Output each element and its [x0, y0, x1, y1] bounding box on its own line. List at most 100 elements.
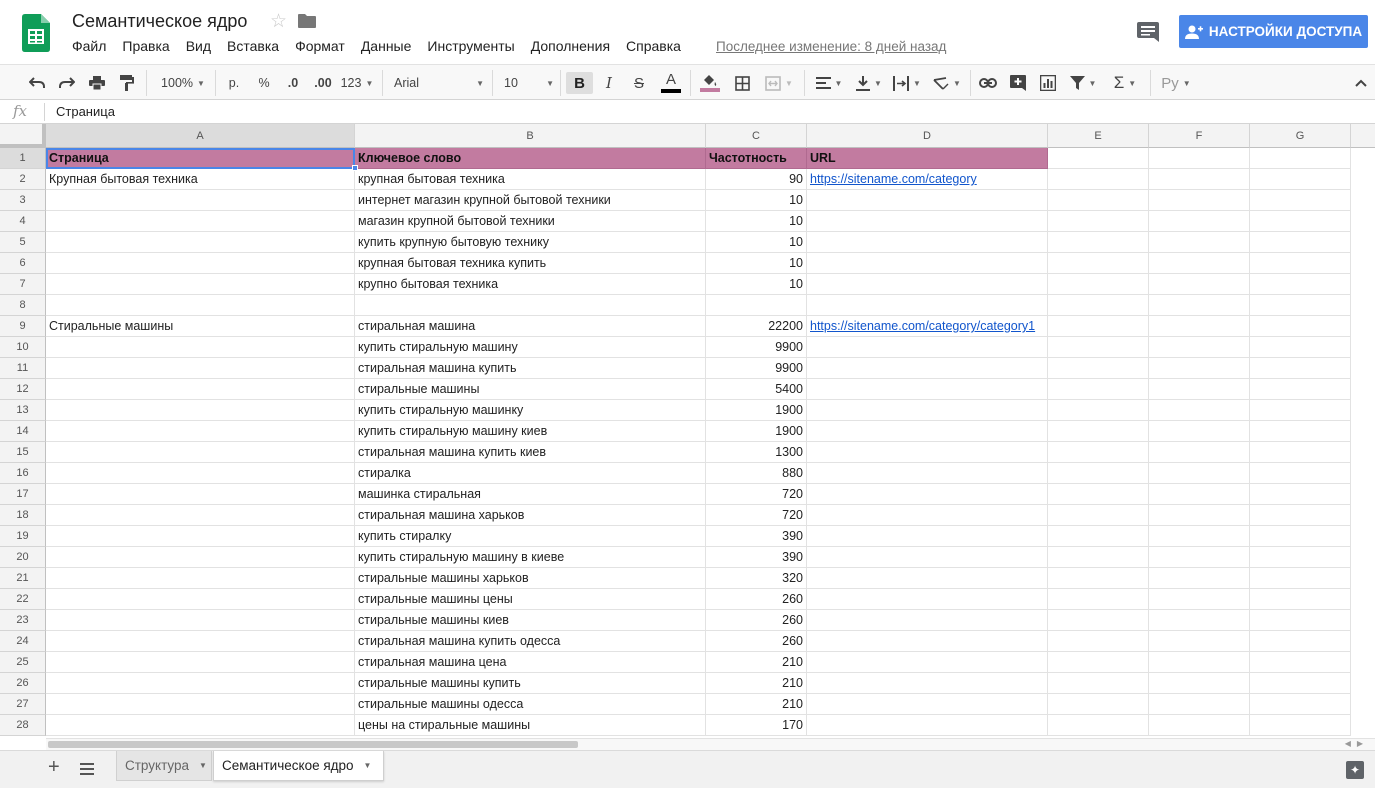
cell-g24[interactable] — [1250, 631, 1351, 652]
cell-a19[interactable] — [46, 526, 355, 547]
cell-d18[interactable] — [807, 505, 1048, 526]
cell-d10[interactable] — [807, 337, 1048, 358]
cell-c17[interactable]: 720 — [706, 484, 807, 505]
cell-g26[interactable] — [1250, 673, 1351, 694]
cell-e15[interactable] — [1048, 442, 1149, 463]
cell-c9[interactable]: 22200 — [706, 316, 807, 337]
selection-handle[interactable] — [352, 165, 358, 171]
cell-g17[interactable] — [1250, 484, 1351, 505]
cell-e14[interactable] — [1048, 421, 1149, 442]
cell-c8[interactable] — [706, 295, 807, 316]
undo-icon[interactable] — [26, 72, 48, 94]
row-header-15[interactable]: 15 — [0, 442, 46, 463]
cell-f17[interactable] — [1149, 484, 1250, 505]
cell-e27[interactable] — [1048, 694, 1149, 715]
cell-b28[interactable]: цены на стиральные машины — [355, 715, 706, 736]
cell-g25[interactable] — [1250, 652, 1351, 673]
redo-icon[interactable] — [56, 72, 78, 94]
star-icon[interactable]: ☆ — [270, 10, 287, 33]
row-header-27[interactable]: 27 — [0, 694, 46, 715]
column-header-b[interactable]: B — [355, 124, 706, 148]
cell-a14[interactable] — [46, 421, 355, 442]
document-title[interactable]: Семантическое ядро — [72, 11, 247, 32]
cell-c24[interactable]: 260 — [706, 631, 807, 652]
cell-a9[interactable]: Стиральные машины — [46, 316, 355, 337]
cell-e23[interactable] — [1048, 610, 1149, 631]
cell-f2[interactable] — [1149, 169, 1250, 190]
cell-a12[interactable] — [46, 379, 355, 400]
cell-f23[interactable] — [1149, 610, 1250, 631]
cell-a15[interactable] — [46, 442, 355, 463]
insert-link-icon[interactable] — [976, 72, 1000, 94]
cell-f11[interactable] — [1149, 358, 1250, 379]
cell-f8[interactable] — [1149, 295, 1250, 316]
paint-format-icon[interactable] — [116, 72, 138, 94]
cell-a7[interactable] — [46, 274, 355, 295]
horizontal-align-icon[interactable]: ▼ — [812, 72, 846, 94]
cell-e12[interactable] — [1048, 379, 1149, 400]
cell-d13[interactable] — [807, 400, 1048, 421]
cell-b23[interactable]: стиральные машины киев — [355, 610, 706, 631]
cell-d1[interactable]: URL — [807, 148, 1048, 169]
cell-e16[interactable] — [1048, 463, 1149, 484]
cell-g8[interactable] — [1250, 295, 1351, 316]
cell-c18[interactable]: 720 — [706, 505, 807, 526]
menu-view[interactable]: Вид — [186, 38, 211, 54]
cell-c26[interactable]: 210 — [706, 673, 807, 694]
cell-d9[interactable]: https://sitename.com/category/category1 — [807, 316, 1048, 337]
row-header-4[interactable]: 4 — [0, 211, 46, 232]
cell-e10[interactable] — [1048, 337, 1149, 358]
cell-d28[interactable] — [807, 715, 1048, 736]
cell-a10[interactable] — [46, 337, 355, 358]
format-currency-button[interactable]: р. — [224, 72, 244, 94]
cell-a5[interactable] — [46, 232, 355, 253]
cell-b19[interactable]: купить стиралку — [355, 526, 706, 547]
cell-f10[interactable] — [1149, 337, 1250, 358]
cell-e20[interactable] — [1048, 547, 1149, 568]
cell-c28[interactable]: 170 — [706, 715, 807, 736]
cell-c16[interactable]: 880 — [706, 463, 807, 484]
cell-f26[interactable] — [1149, 673, 1250, 694]
cell-b5[interactable]: купить крупную бытовую технику — [355, 232, 706, 253]
cell-b17[interactable]: машинка стиральная — [355, 484, 706, 505]
cell-c4[interactable]: 10 — [706, 211, 807, 232]
cell-c2[interactable]: 90 — [706, 169, 807, 190]
cell-a25[interactable] — [46, 652, 355, 673]
filter-icon[interactable]: ▼ — [1066, 72, 1100, 94]
row-header-18[interactable]: 18 — [0, 505, 46, 526]
cell-a1[interactable]: Страница — [46, 148, 355, 169]
all-sheets-icon[interactable] — [80, 763, 94, 775]
format-percent-button[interactable]: % — [254, 72, 274, 94]
cell-d12[interactable] — [807, 379, 1048, 400]
decrease-decimal-button[interactable]: .0 — [282, 72, 304, 94]
menu-help[interactable]: Справка — [626, 38, 681, 54]
menu-tools[interactable]: Инструменты — [427, 38, 514, 54]
cell-f12[interactable] — [1149, 379, 1250, 400]
cell-c19[interactable]: 390 — [706, 526, 807, 547]
horizontal-scrollbar[interactable]: ◀▶ — [46, 738, 1375, 750]
column-header-e[interactable]: E — [1048, 124, 1149, 148]
row-header-22[interactable]: 22 — [0, 589, 46, 610]
row-header-25[interactable]: 25 — [0, 652, 46, 673]
cell-c23[interactable]: 260 — [706, 610, 807, 631]
cell-a16[interactable] — [46, 463, 355, 484]
explore-icon[interactable]: ✦ — [1346, 761, 1364, 779]
cell-g15[interactable] — [1250, 442, 1351, 463]
cell-f16[interactable] — [1149, 463, 1250, 484]
cell-f18[interactable] — [1149, 505, 1250, 526]
cell-c12[interactable]: 5400 — [706, 379, 807, 400]
cell-b24[interactable]: стиральная машина купить одесса — [355, 631, 706, 652]
cell-d2[interactable]: https://sitename.com/category — [807, 169, 1048, 190]
cell-c7[interactable]: 10 — [706, 274, 807, 295]
row-header-19[interactable]: 19 — [0, 526, 46, 547]
cell-e8[interactable] — [1048, 295, 1149, 316]
cell-e7[interactable] — [1048, 274, 1149, 295]
cell-f7[interactable] — [1149, 274, 1250, 295]
cell-a17[interactable] — [46, 484, 355, 505]
font-family-select[interactable]: Arial ▼ — [394, 72, 484, 94]
cell-f19[interactable] — [1149, 526, 1250, 547]
cell-g23[interactable] — [1250, 610, 1351, 631]
row-header-23[interactable]: 23 — [0, 610, 46, 631]
comments-icon[interactable] — [1137, 22, 1159, 42]
cell-g3[interactable] — [1250, 190, 1351, 211]
